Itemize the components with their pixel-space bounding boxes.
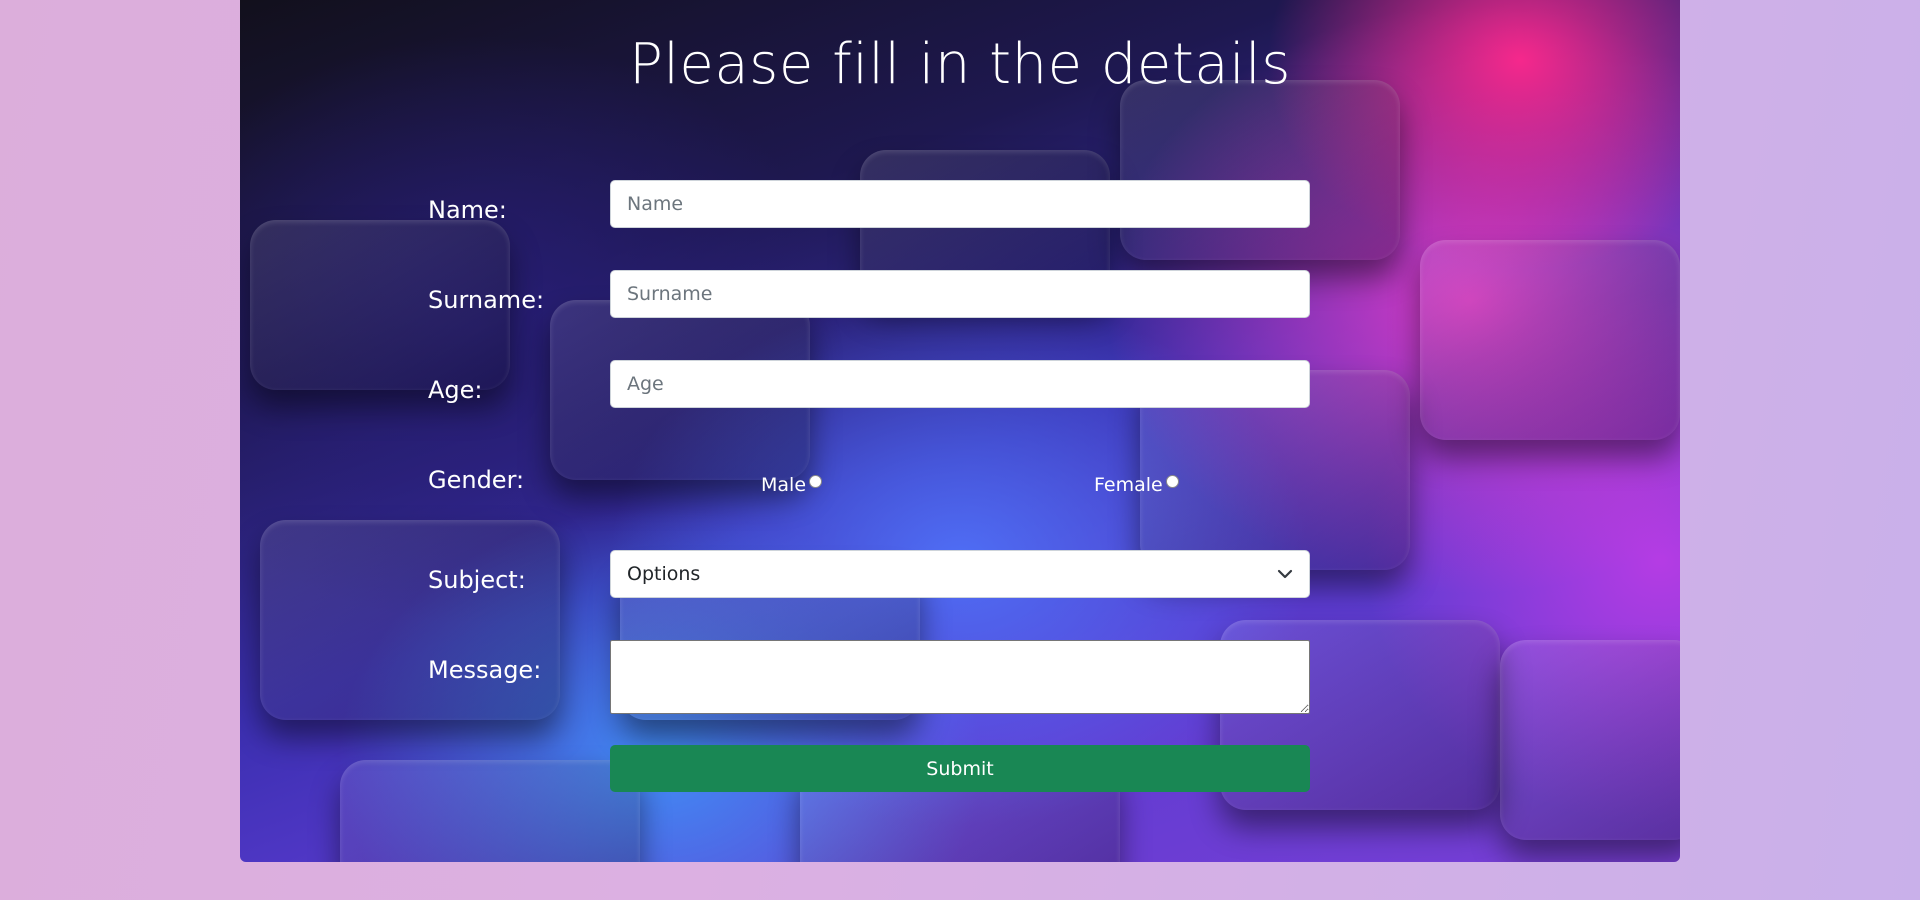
subject-selected-value: Options bbox=[627, 563, 701, 585]
page-title: Please fill in the details bbox=[629, 32, 1291, 97]
keyboard-key-shape bbox=[1420, 240, 1680, 440]
gender-option-female[interactable]: Female bbox=[1094, 474, 1179, 496]
keyboard-key-shape bbox=[340, 760, 640, 862]
surname-label: Surname: bbox=[428, 286, 545, 314]
gender-female-label: Female bbox=[1094, 474, 1163, 496]
form-card: Please fill in the details Name: Surname… bbox=[240, 0, 1680, 862]
gender-male-radio[interactable] bbox=[809, 474, 823, 488]
subject-select[interactable]: Options bbox=[610, 550, 1310, 598]
chevron-down-icon bbox=[1277, 569, 1293, 579]
age-input[interactable] bbox=[610, 360, 1310, 408]
keyboard-key-shape bbox=[260, 520, 560, 720]
keyboard-key-shape bbox=[1120, 80, 1400, 260]
keyboard-key-shape bbox=[1500, 640, 1680, 840]
subject-label: Subject: bbox=[428, 566, 526, 594]
gender-label: Gender: bbox=[428, 466, 525, 494]
age-label: Age: bbox=[428, 376, 483, 404]
surname-input[interactable] bbox=[610, 270, 1310, 318]
name-label: Name: bbox=[428, 196, 507, 224]
gender-option-male[interactable]: Male bbox=[761, 474, 823, 496]
name-input[interactable] bbox=[610, 180, 1310, 228]
gender-male-label: Male bbox=[761, 474, 807, 496]
message-textarea[interactable] bbox=[610, 640, 1310, 714]
submit-button[interactable]: Submit bbox=[610, 745, 1310, 792]
message-label: Message: bbox=[428, 656, 542, 684]
gender-female-radio[interactable] bbox=[1165, 474, 1179, 488]
